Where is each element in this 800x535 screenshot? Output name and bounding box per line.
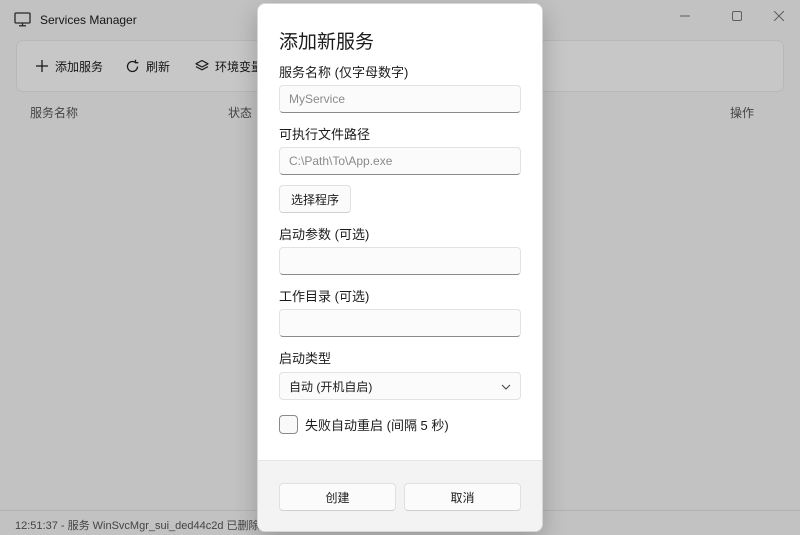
service-name-label: 服务名称 (仅字母数字) [279,65,409,80]
startup-type-value: 自动 (开机自启) [289,379,373,394]
startup-args-label: 启动参数 (可选) [279,227,370,242]
startup-args-input[interactable] [279,247,521,275]
auto-restart-label: 失败自动重启 (间隔 5 秒) [305,417,449,433]
auto-restart-option[interactable]: 失败自动重启 (间隔 5 秒) [279,414,449,434]
service-name-input[interactable] [279,85,521,113]
working-dir-label: 工作目录 (可选) [279,289,370,304]
dialog-title: 添加新服务 [279,32,375,53]
chevron-down-icon [501,379,511,393]
browse-program-button[interactable]: 选择程序 [279,185,351,213]
cancel-button[interactable]: 取消 [404,483,521,511]
auto-restart-checkbox[interactable] [279,414,298,434]
executable-path-label: 可执行文件路径 [279,127,371,142]
startup-type-select[interactable]: 自动 (开机自启) [279,372,521,400]
dialog-footer: 创建 取消 [258,460,542,531]
create-button[interactable]: 创建 [279,483,396,511]
add-service-dialog: 添加新服务 服务名称 (仅字母数字) 可执行文件路径 选择程序 启动参数 (可选… [257,3,543,532]
working-dir-input[interactable] [279,309,521,337]
startup-type-label: 启动类型 [279,351,332,366]
executable-path-input[interactable] [279,147,521,175]
